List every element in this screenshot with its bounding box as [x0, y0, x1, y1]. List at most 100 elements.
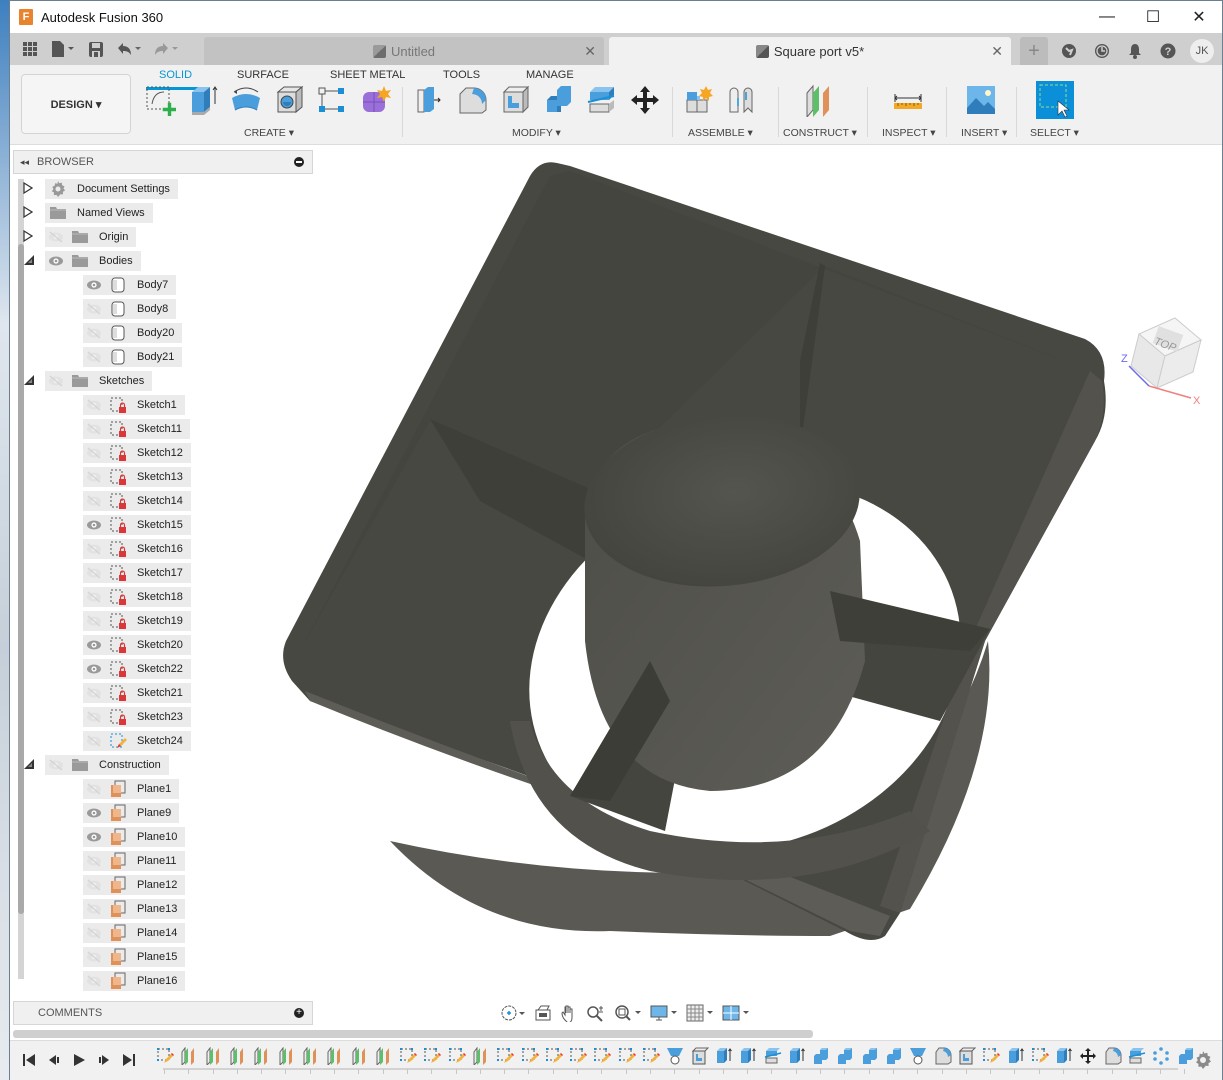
fillet-icon[interactable]: [456, 83, 490, 117]
timeline-extrude-icon[interactable]: [785, 1046, 809, 1074]
timeline-combine-icon[interactable]: [882, 1046, 906, 1074]
timeline-sketch-icon[interactable]: [396, 1046, 420, 1074]
tree-node[interactable]: Plane1: [83, 778, 180, 799]
user-avatar[interactable]: JK: [1190, 39, 1214, 63]
go-to-end-button[interactable]: [120, 1049, 137, 1071]
minimize-browser-icon[interactable]: [294, 157, 304, 167]
inspect-menu[interactable]: INSPECT ▾: [882, 127, 936, 139]
insert-menu[interactable]: INSERT ▾: [961, 127, 1007, 139]
visibility-toggle-icon[interactable]: [83, 875, 105, 895]
browser-plane-item[interactable]: Plane9: [83, 802, 180, 823]
tab-manage[interactable]: MANAGE: [526, 69, 574, 81]
construct-menu[interactable]: CONSTRUCT ▾: [783, 127, 857, 139]
expand-arrow-icon[interactable]: [23, 205, 34, 219]
minimize-button[interactable]: —: [1084, 1, 1130, 33]
browser-plane-item[interactable]: Plane12: [83, 874, 186, 895]
timeline-extrude-icon[interactable]: [1052, 1046, 1076, 1074]
joint-icon[interactable]: [725, 83, 759, 117]
tree-node[interactable]: Body8: [83, 298, 177, 319]
timeline-shell-icon[interactable]: [955, 1046, 979, 1074]
zoom-icon[interactable]: [583, 1002, 609, 1024]
timeline-plane-icon[interactable]: [299, 1046, 323, 1074]
browser-sketch-item[interactable]: Sketch21: [83, 682, 191, 703]
browser-plane-item[interactable]: Plane15: [83, 946, 186, 967]
tree-node[interactable]: Bodies: [45, 250, 141, 271]
timeline-extrude-icon[interactable]: [1003, 1046, 1027, 1074]
maximize-button[interactable]: ☐: [1130, 1, 1176, 33]
collapse-browser-icon[interactable]: ◂◂: [20, 157, 29, 168]
notifications-icon[interactable]: [1118, 37, 1151, 65]
visibility-toggle-icon[interactable]: [83, 851, 105, 871]
tree-node[interactable]: Sketch24: [83, 730, 191, 751]
browser-node-construction[interactable]: Construction: [24, 754, 169, 775]
visibility-toggle-icon[interactable]: [45, 227, 67, 247]
timeline-sketch-icon[interactable]: [420, 1046, 444, 1074]
redo-button[interactable]: [148, 33, 184, 65]
browser-sketch-item[interactable]: Sketch24: [83, 730, 191, 751]
visibility-toggle-icon[interactable]: [83, 635, 105, 655]
assemble-menu[interactable]: ASSEMBLE ▾: [688, 127, 753, 139]
browser-sketch-item[interactable]: Sketch1: [83, 394, 185, 415]
tree-node[interactable]: Sketches: [45, 370, 153, 391]
tree-node[interactable]: Sketch14: [83, 490, 191, 511]
tree-node[interactable]: Plane13: [83, 898, 186, 919]
timeline-plane-icon[interactable]: [226, 1046, 250, 1074]
timeline-plane-icon[interactable]: [372, 1046, 396, 1074]
visibility-toggle-icon[interactable]: [83, 971, 105, 991]
press-pull-icon[interactable]: [413, 83, 447, 117]
timeline-sketch-icon[interactable]: [517, 1046, 541, 1074]
tree-node[interactable]: Sketch17: [83, 562, 191, 583]
workspace-switcher[interactable]: DESIGN ▾: [21, 74, 131, 134]
browser-sketch-item[interactable]: Sketch18: [83, 586, 191, 607]
undo-button[interactable]: [110, 33, 148, 65]
timeline-plane-icon[interactable]: [323, 1046, 347, 1074]
scrollbar-thumb[interactable]: [18, 244, 24, 914]
timeline-sketch-icon[interactable]: [979, 1046, 1003, 1074]
tree-node[interactable]: Sketch13: [83, 466, 191, 487]
browser-body-item[interactable]: Body20: [83, 322, 183, 343]
visibility-toggle-icon[interactable]: [83, 899, 105, 919]
revolve-icon[interactable]: [229, 83, 263, 117]
measure-icon[interactable]: [891, 83, 925, 117]
timeline-loft-icon[interactable]: [906, 1046, 930, 1074]
visibility-toggle-icon[interactable]: [83, 347, 105, 367]
tree-node[interactable]: Body20: [83, 322, 183, 343]
visibility-toggle-icon[interactable]: [83, 803, 105, 823]
play-button[interactable]: [70, 1049, 87, 1071]
browser-sketch-item[interactable]: Sketch23: [83, 706, 191, 727]
visibility-toggle-icon[interactable]: [83, 947, 105, 967]
job-status-icon[interactable]: [1085, 37, 1118, 65]
collapse-arrow-icon[interactable]: [23, 758, 34, 770]
timeline-sketch-icon[interactable]: [566, 1046, 590, 1074]
tree-node[interactable]: Sketch20: [83, 634, 191, 655]
timeline-plane-icon[interactable]: [274, 1046, 298, 1074]
tree-node[interactable]: Sketch1: [83, 394, 185, 415]
timeline-sketch-icon[interactable]: [615, 1046, 639, 1074]
visibility-toggle-icon[interactable]: [83, 539, 105, 559]
browser-sketch-item[interactable]: Sketch11: [83, 418, 191, 439]
browser-node-document-settings[interactable]: Document Settings: [23, 178, 178, 199]
timeline-fillet-icon[interactable]: [931, 1046, 955, 1074]
visibility-toggle-icon[interactable]: [83, 491, 105, 511]
timeline-split-icon[interactable]: [1125, 1046, 1149, 1074]
tree-node[interactable]: Named Views: [45, 202, 153, 223]
tree-node[interactable]: Sketch12: [83, 442, 191, 463]
browser-plane-item[interactable]: Plane14: [83, 922, 186, 943]
browser-sketch-item[interactable]: Sketch17: [83, 562, 191, 583]
visibility-toggle-icon[interactable]: [83, 923, 105, 943]
visibility-toggle-icon[interactable]: [83, 299, 105, 319]
visibility-toggle-icon[interactable]: [83, 467, 105, 487]
visibility-toggle-icon[interactable]: [83, 731, 105, 751]
close-tab-icon[interactable]: ✕: [991, 43, 1003, 60]
timeline-loft-icon[interactable]: [663, 1046, 687, 1074]
tab-untitled[interactable]: Untitled ✕: [204, 37, 604, 65]
collapse-arrow-icon[interactable]: [23, 374, 34, 386]
timeline-sketch-icon[interactable]: [1028, 1046, 1052, 1074]
visibility-toggle-icon[interactable]: [83, 611, 105, 631]
hole-icon[interactable]: [273, 83, 307, 117]
timeline-sketch-icon[interactable]: [639, 1046, 663, 1074]
browser-sketch-item[interactable]: Sketch15: [83, 514, 191, 535]
visibility-toggle-icon[interactable]: [83, 395, 105, 415]
tree-node[interactable]: Plane14: [83, 922, 186, 943]
visibility-toggle-icon[interactable]: [83, 779, 105, 799]
